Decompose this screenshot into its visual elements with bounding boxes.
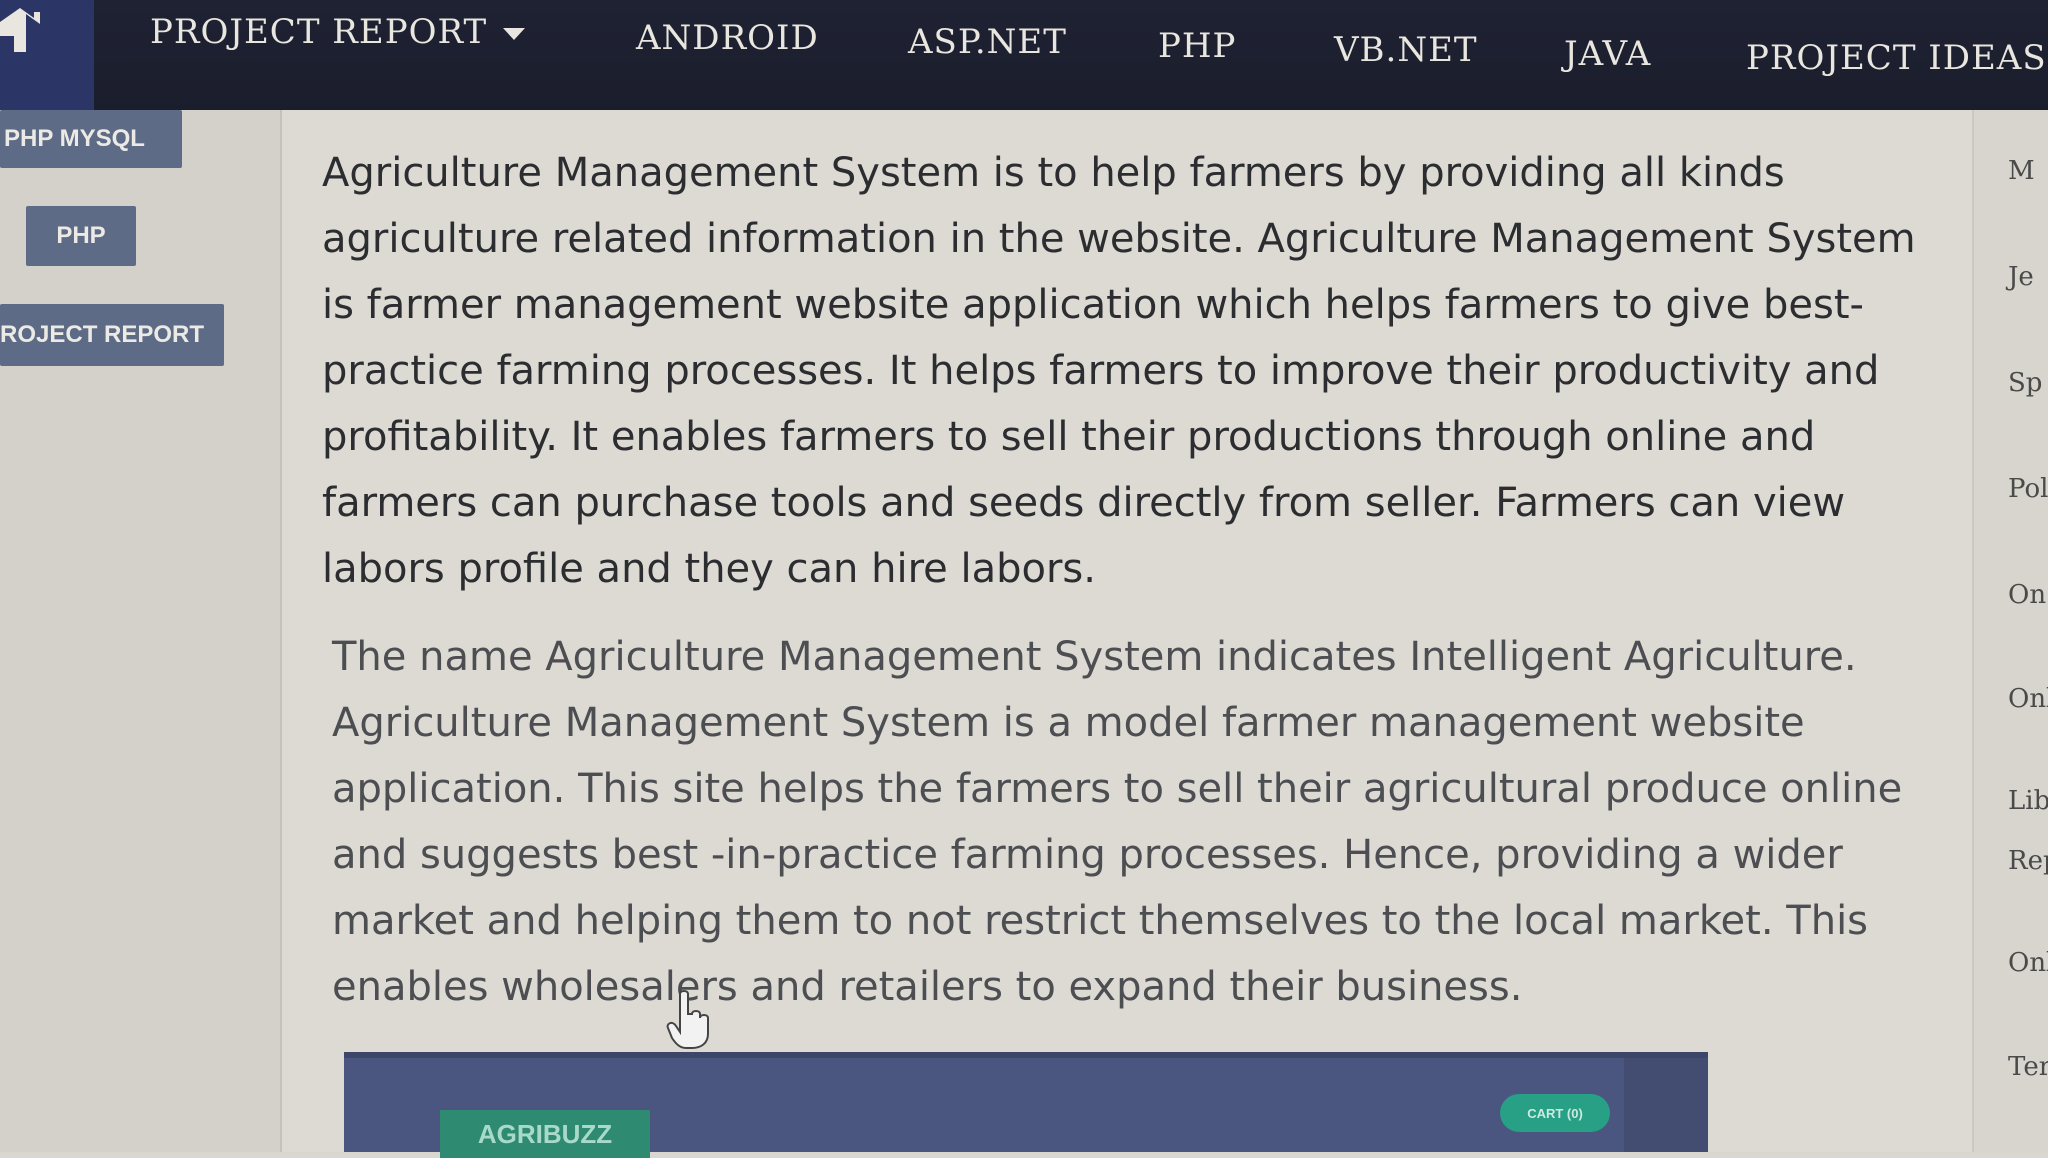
sidebar-button-php[interactable]: PHP [26, 206, 136, 266]
nav-php[interactable]: PHP [1158, 26, 1236, 66]
right-sidebar-link[interactable]: Rep [2008, 846, 2048, 876]
chevron-down-icon [503, 28, 526, 40]
preview-edge [1624, 1058, 1708, 1152]
right-sidebar-link[interactable]: Ter [2008, 1052, 2048, 1082]
article-paragraph-2: The name Agriculture Management System i… [332, 634, 1903, 1010]
hand-cursor-icon [666, 990, 709, 1049]
home-button[interactable] [0, 0, 94, 110]
nav-project-report[interactable]: PROJECT REPORT [150, 12, 526, 52]
right-sidebar-link[interactable]: Pol [2008, 474, 2048, 504]
nav-android[interactable]: ANDROID [636, 18, 819, 58]
nav-vbnet[interactable]: VB.NET [1334, 30, 1478, 70]
preview-brand-logo: AGRIBUZZ [440, 1110, 650, 1158]
home-icon [0, 8, 40, 52]
right-sidebar-link[interactable]: M [2008, 156, 2035, 186]
sidebar-button-label: PHP MYSQL [4, 125, 145, 152]
nav-project-report-label: PROJECT REPORT [150, 12, 488, 52]
right-sidebar: M Je Sp Pol On Onl Lib Rep Onl Ter [1972, 110, 2048, 1152]
right-sidebar-link[interactable]: On [2008, 580, 2046, 610]
top-navigation: PROJECT REPORT ANDROID ASP.NET PHP VB.NE… [0, 0, 2048, 118]
preview-cart-button: CART (0) [1500, 1094, 1610, 1132]
article-paragraph-1: Agriculture Management System is to help… [322, 150, 1916, 592]
site-preview-screenshot: AGRIBUZZ CART (0) [344, 1052, 1708, 1158]
nav-java[interactable]: JAVA [1564, 34, 1651, 74]
sidebar-button-project-report[interactable]: ROJECT REPORT [0, 304, 224, 366]
right-sidebar-link[interactable]: Onl [2008, 948, 2048, 978]
sidebar-button-label: ROJECT REPORT [0, 321, 205, 348]
right-sidebar-link[interactable]: Onl [2008, 684, 2048, 714]
nav-aspnet[interactable]: ASP.NET [908, 22, 1067, 62]
main-content: Agriculture Management System is to help… [282, 110, 1972, 1152]
right-sidebar-link[interactable]: Sp [2008, 368, 2042, 398]
nav-project-ideas[interactable]: PROJECT IDEAS [1746, 38, 2047, 78]
sidebar-button-label: PHP [56, 222, 106, 249]
right-sidebar-link[interactable]: Je [2008, 262, 2034, 292]
sidebar-button-php-mysql[interactable]: PHP MYSQL [0, 110, 182, 168]
left-sidebar: PHP MYSQL PHP ROJECT REPORT [0, 110, 282, 1152]
right-sidebar-link[interactable]: Lib [2008, 786, 2048, 816]
